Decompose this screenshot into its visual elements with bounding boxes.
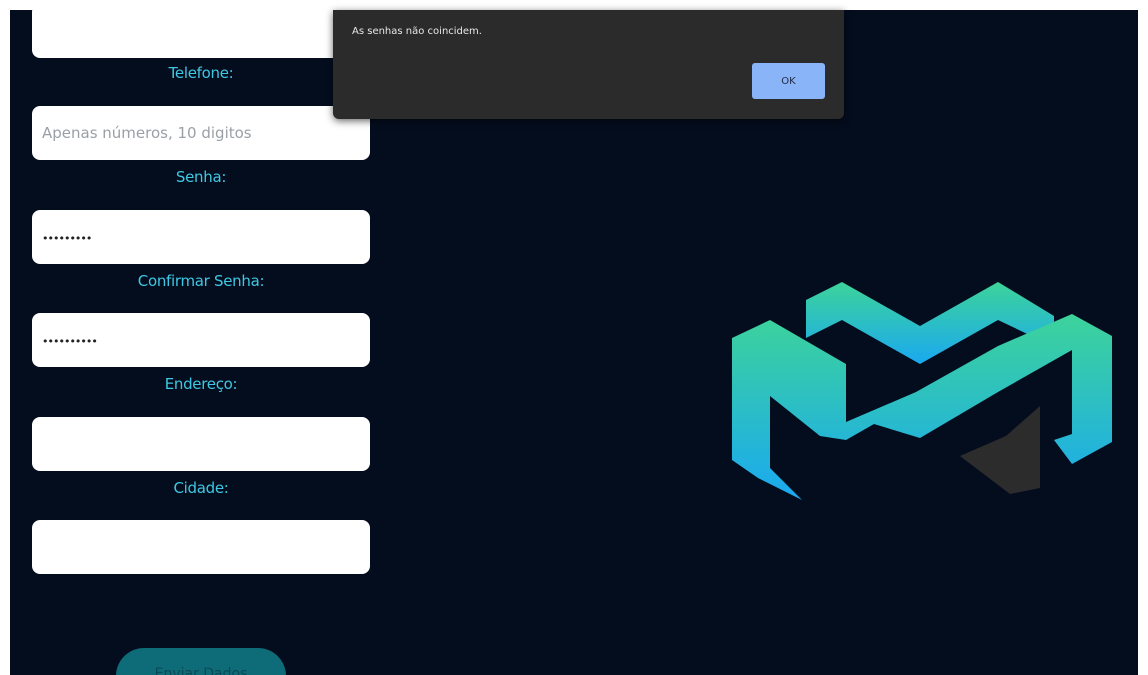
confirm-password-input[interactable]: ••••••••••: [32, 313, 370, 367]
submit-button-label: Enviar Dados: [154, 666, 248, 675]
alert-message: As senhas não coincidem.: [352, 26, 482, 37]
m-logo-icon: [732, 282, 1112, 500]
password-value: •••••••••: [42, 231, 92, 245]
phone-label: Telefone:: [168, 64, 234, 82]
address-input[interactable]: [32, 417, 370, 471]
alert-ok-button[interactable]: OK: [752, 63, 825, 99]
city-input[interactable]: [32, 520, 370, 574]
phone-placeholder: Apenas números, 10 digitos: [42, 124, 252, 142]
confirm-password-label: Confirmar Senha:: [137, 272, 265, 290]
confirm-password-value: ••••••••••: [42, 334, 98, 348]
submit-button[interactable]: Enviar Dados: [116, 648, 286, 675]
password-input[interactable]: •••••••••: [32, 210, 370, 264]
city-label: Cidade:: [173, 479, 229, 497]
alert-dialog: As senhas não coincidem. OK: [333, 10, 844, 119]
logo-dark-segment: [960, 406, 1040, 494]
address-label: Endereço:: [164, 375, 238, 393]
password-label: Senha:: [175, 168, 227, 186]
previous-field-input[interactable]: [32, 10, 370, 58]
phone-input[interactable]: Apenas números, 10 digitos: [32, 106, 370, 160]
